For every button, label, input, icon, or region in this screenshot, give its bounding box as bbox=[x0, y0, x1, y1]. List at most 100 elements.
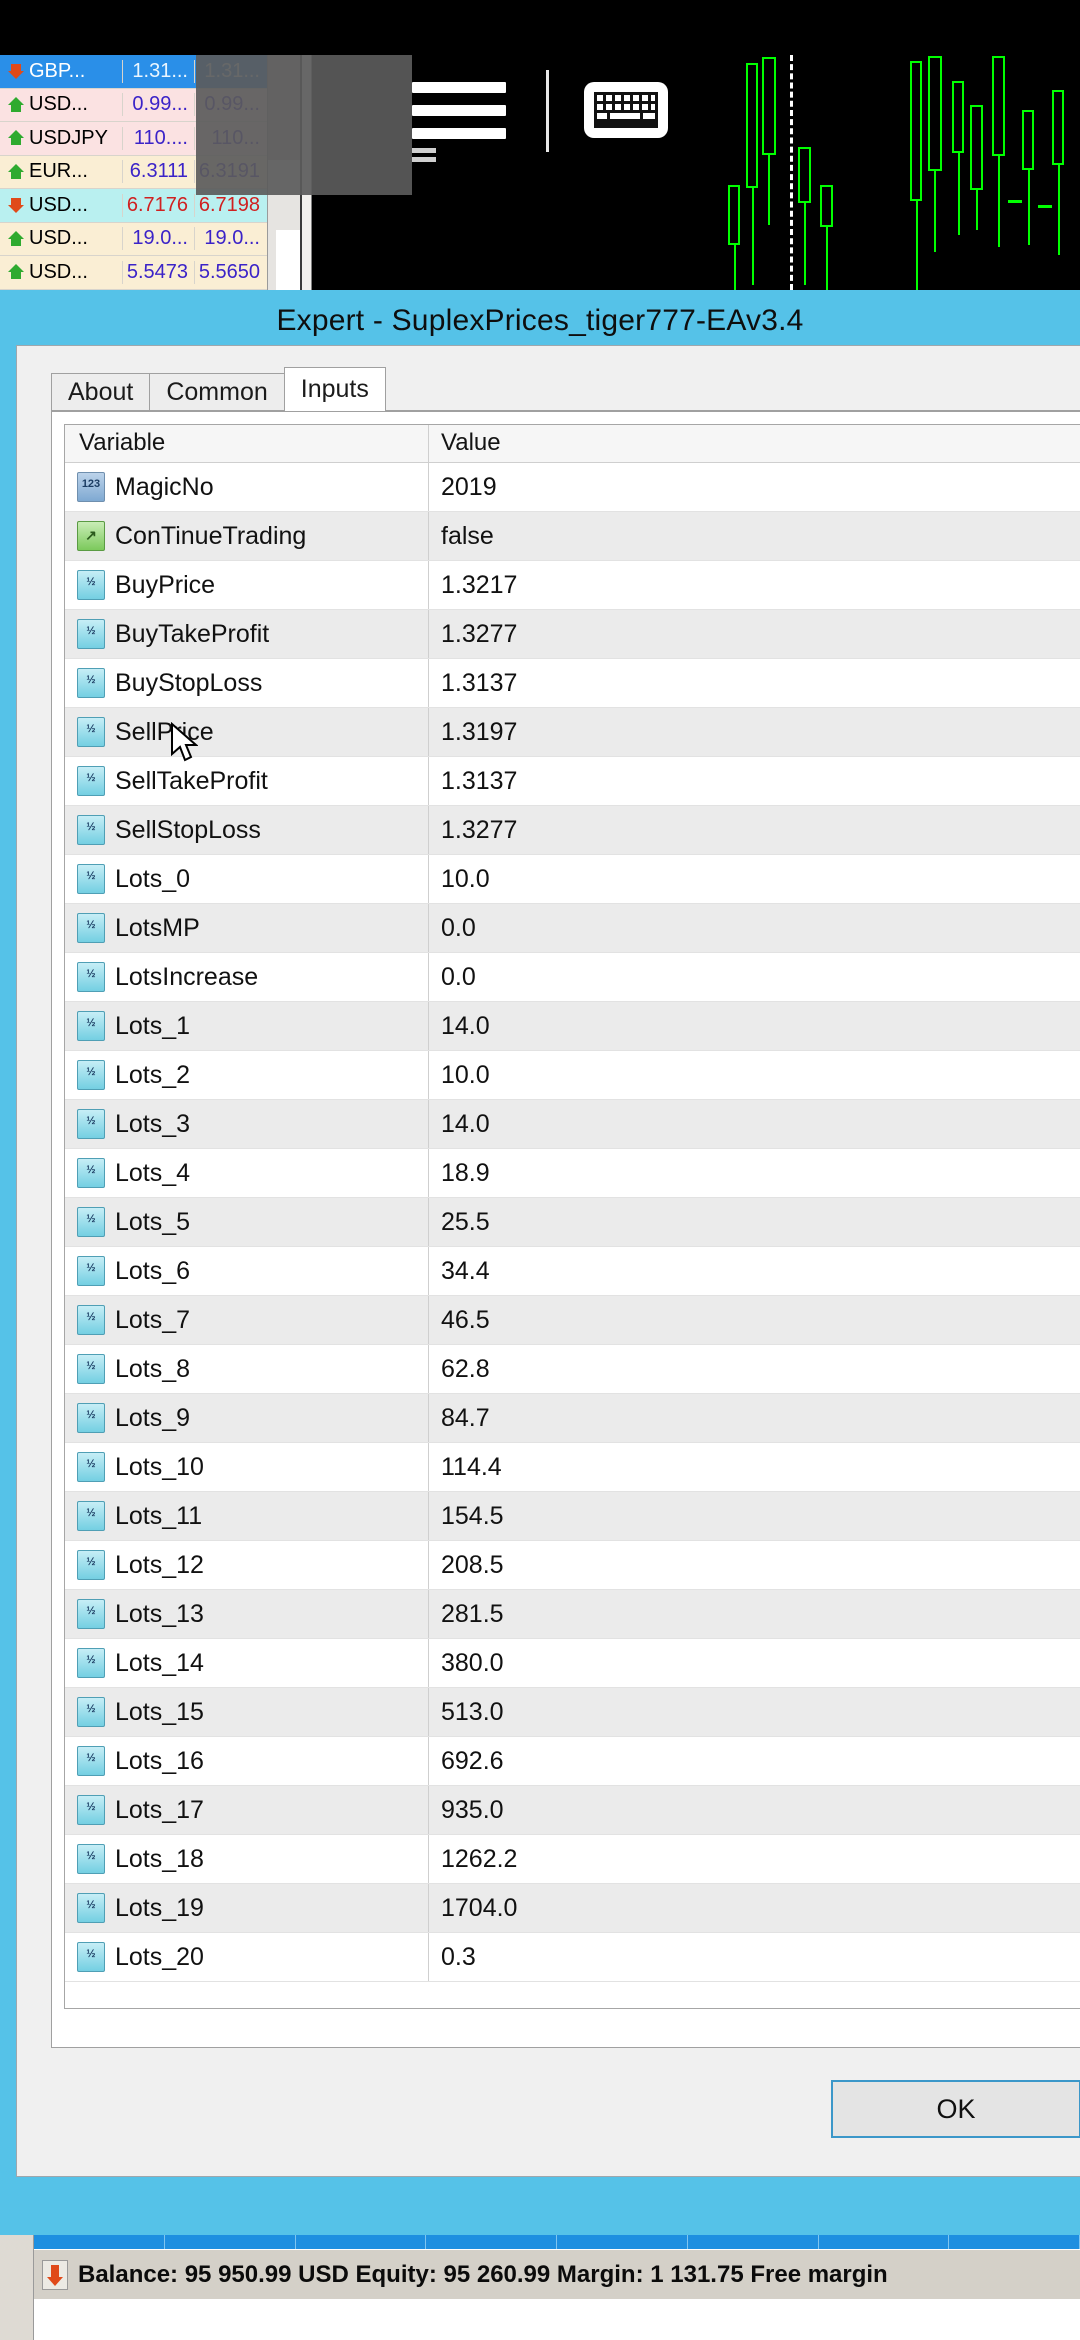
variable-cell[interactable]: ½ Lots_20 bbox=[65, 1933, 429, 1981]
inputs-grid-row[interactable]: ½ Lots_7 46.5 bbox=[65, 1296, 1080, 1345]
inputs-grid-row[interactable]: ½ BuyPrice 1.3217 bbox=[65, 561, 1080, 610]
inputs-grid-row[interactable]: ½ Lots_9 84.7 bbox=[65, 1394, 1080, 1443]
inputs-grid-row[interactable]: ½ BuyTakeProfit 1.3277 bbox=[65, 610, 1080, 659]
inputs-grid-row[interactable]: ½ SellPrice 1.3197 bbox=[65, 708, 1080, 757]
market-watch-row[interactable]: USD... 5.5473 5.5650 bbox=[0, 256, 267, 290]
value-cell[interactable]: 46.5 bbox=[429, 1306, 1080, 1335]
variable-cell[interactable]: ½ Lots_9 bbox=[65, 1394, 429, 1442]
variable-cell[interactable]: ½ BuyTakeProfit bbox=[65, 610, 429, 658]
hamburger-menu-small-icon[interactable] bbox=[412, 148, 436, 166]
variable-cell[interactable]: ½ Lots_16 bbox=[65, 1737, 429, 1785]
value-cell[interactable]: 208.5 bbox=[429, 1551, 1080, 1580]
value-cell[interactable]: 84.7 bbox=[429, 1404, 1080, 1433]
market-watch-row[interactable]: USD... 19.0... 19.0... bbox=[0, 222, 267, 256]
inputs-grid-row[interactable]: ½ Lots_5 25.5 bbox=[65, 1198, 1080, 1247]
value-cell[interactable]: 513.0 bbox=[429, 1698, 1080, 1727]
value-cell[interactable]: 692.6 bbox=[429, 1747, 1080, 1776]
inputs-grid-row[interactable]: ½ LotsIncrease 0.0 bbox=[65, 953, 1080, 1002]
variable-cell[interactable]: ½ SellPrice bbox=[65, 708, 429, 756]
inputs-grid-row[interactable]: ½ Lots_0 10.0 bbox=[65, 855, 1080, 904]
inputs-grid-row[interactable]: ½ Lots_14 380.0 bbox=[65, 1639, 1080, 1688]
value-cell[interactable]: 1.3137 bbox=[429, 767, 1080, 796]
value-cell[interactable]: 154.5 bbox=[429, 1502, 1080, 1531]
variable-cell[interactable]: ½ Lots_17 bbox=[65, 1786, 429, 1834]
inputs-grid-row[interactable]: ½ Lots_11 154.5 bbox=[65, 1492, 1080, 1541]
tab-strip-cell[interactable] bbox=[296, 2235, 427, 2249]
inputs-grid-row[interactable]: ½ LotsMP 0.0 bbox=[65, 904, 1080, 953]
value-cell[interactable]: 1262.2 bbox=[429, 1845, 1080, 1874]
inputs-grid-row[interactable]: ↗ ConTinueTrading false bbox=[65, 512, 1080, 561]
tab-bar[interactable]: About Common Inputs bbox=[51, 367, 386, 411]
price-chart[interactable] bbox=[676, 55, 1080, 290]
tab-strip-cell[interactable] bbox=[819, 2235, 950, 2249]
tab-strip-cell[interactable] bbox=[688, 2235, 819, 2249]
inputs-grid-row[interactable]: ½ Lots_20 0.3 bbox=[65, 1933, 1080, 1982]
column-header-variable[interactable]: Variable bbox=[65, 425, 429, 462]
keyboard-icon[interactable] bbox=[584, 82, 668, 138]
tab-strip-cell[interactable] bbox=[557, 2235, 688, 2249]
inputs-grid-row[interactable]: ½ Lots_6 34.4 bbox=[65, 1247, 1080, 1296]
inputs-grid-row[interactable]: ½ SellStopLoss 1.3277 bbox=[65, 806, 1080, 855]
tab-inputs[interactable]: Inputs bbox=[283, 367, 386, 411]
inputs-grid-row[interactable]: ½ Lots_18 1262.2 bbox=[65, 1835, 1080, 1884]
value-cell[interactable]: 0.0 bbox=[429, 963, 1080, 992]
value-cell[interactable]: 62.8 bbox=[429, 1355, 1080, 1384]
value-cell[interactable]: 1.3137 bbox=[429, 669, 1080, 698]
variable-cell[interactable]: ½ Lots_18 bbox=[65, 1835, 429, 1883]
variable-cell[interactable]: 123 MagicNo bbox=[65, 463, 429, 511]
inputs-grid-row[interactable]: ½ Lots_2 10.0 bbox=[65, 1051, 1080, 1100]
variable-cell[interactable]: ½ Lots_13 bbox=[65, 1590, 429, 1638]
inputs-grid-row[interactable]: ½ SellTakeProfit 1.3137 bbox=[65, 757, 1080, 806]
value-cell[interactable]: 25.5 bbox=[429, 1208, 1080, 1237]
value-cell[interactable]: 0.3 bbox=[429, 1943, 1080, 1972]
variable-cell[interactable]: ½ Lots_6 bbox=[65, 1247, 429, 1295]
inputs-grid-row[interactable]: ½ Lots_3 14.0 bbox=[65, 1100, 1080, 1149]
inputs-grid-row[interactable]: ½ Lots_13 281.5 bbox=[65, 1590, 1080, 1639]
variable-cell[interactable]: ½ SellTakeProfit bbox=[65, 757, 429, 805]
variable-cell[interactable]: ½ Lots_19 bbox=[65, 1884, 429, 1932]
tab-strip-cell[interactable] bbox=[949, 2235, 1080, 2249]
ok-button[interactable]: OK bbox=[831, 2080, 1080, 2138]
value-cell[interactable]: 380.0 bbox=[429, 1649, 1080, 1678]
variable-cell[interactable]: ½ SellStopLoss bbox=[65, 806, 429, 854]
variable-cell[interactable]: ½ Lots_5 bbox=[65, 1198, 429, 1246]
hamburger-menu-icon[interactable] bbox=[412, 82, 506, 142]
value-cell[interactable]: 10.0 bbox=[429, 865, 1080, 894]
value-cell[interactable]: 14.0 bbox=[429, 1012, 1080, 1041]
variable-cell[interactable]: ½ Lots_0 bbox=[65, 855, 429, 903]
value-cell[interactable]: 0.0 bbox=[429, 914, 1080, 943]
value-cell[interactable]: 935.0 bbox=[429, 1796, 1080, 1825]
variable-cell[interactable]: ½ Lots_12 bbox=[65, 1541, 429, 1589]
value-cell[interactable]: 34.4 bbox=[429, 1257, 1080, 1286]
inputs-grid-row[interactable]: ½ BuyStopLoss 1.3137 bbox=[65, 659, 1080, 708]
column-header-value[interactable]: Value bbox=[429, 425, 1080, 462]
variable-cell[interactable]: ½ Lots_2 bbox=[65, 1051, 429, 1099]
inputs-grid-row[interactable]: ½ Lots_16 692.6 bbox=[65, 1737, 1080, 1786]
value-cell[interactable]: 18.9 bbox=[429, 1159, 1080, 1188]
value-cell[interactable]: 1.3277 bbox=[429, 620, 1080, 649]
inputs-grid-row[interactable]: ½ Lots_10 114.4 bbox=[65, 1443, 1080, 1492]
tab-strip-cell[interactable] bbox=[426, 2235, 557, 2249]
inputs-grid-row[interactable]: ½ Lots_1 14.0 bbox=[65, 1002, 1080, 1051]
inputs-grid-row[interactable]: ½ Lots_19 1704.0 bbox=[65, 1884, 1080, 1933]
variable-cell[interactable]: ½ Lots_10 bbox=[65, 1443, 429, 1491]
value-cell[interactable]: 1.3217 bbox=[429, 571, 1080, 600]
value-cell[interactable]: 114.4 bbox=[429, 1453, 1080, 1482]
inputs-grid-row[interactable]: ½ Lots_4 18.9 bbox=[65, 1149, 1080, 1198]
variable-cell[interactable]: ½ LotsIncrease bbox=[65, 953, 429, 1001]
tab-about[interactable]: About bbox=[51, 373, 151, 411]
tab-strip-cell[interactable] bbox=[34, 2235, 165, 2249]
inputs-grid-row[interactable]: ½ Lots_8 62.8 bbox=[65, 1345, 1080, 1394]
inputs-grid-row[interactable]: ½ Lots_17 935.0 bbox=[65, 1786, 1080, 1835]
variable-cell[interactable]: ½ Lots_14 bbox=[65, 1639, 429, 1687]
variable-cell[interactable]: ½ Lots_7 bbox=[65, 1296, 429, 1344]
inputs-grid[interactable]: Variable Value 123 MagicNo 2019 ↗ ConTinueTr… bbox=[64, 424, 1080, 2009]
tab-common[interactable]: Common bbox=[149, 373, 285, 411]
variable-cell[interactable]: ½ Lots_11 bbox=[65, 1492, 429, 1540]
inputs-grid-row[interactable]: ½ Lots_12 208.5 bbox=[65, 1541, 1080, 1590]
tab-strip-cell[interactable] bbox=[165, 2235, 296, 2249]
value-cell[interactable]: 2019 bbox=[429, 473, 1080, 502]
variable-cell[interactable]: ½ Lots_8 bbox=[65, 1345, 429, 1393]
value-cell[interactable]: 1704.0 bbox=[429, 1894, 1080, 1923]
inputs-grid-row[interactable]: 123 MagicNo 2019 bbox=[65, 463, 1080, 512]
